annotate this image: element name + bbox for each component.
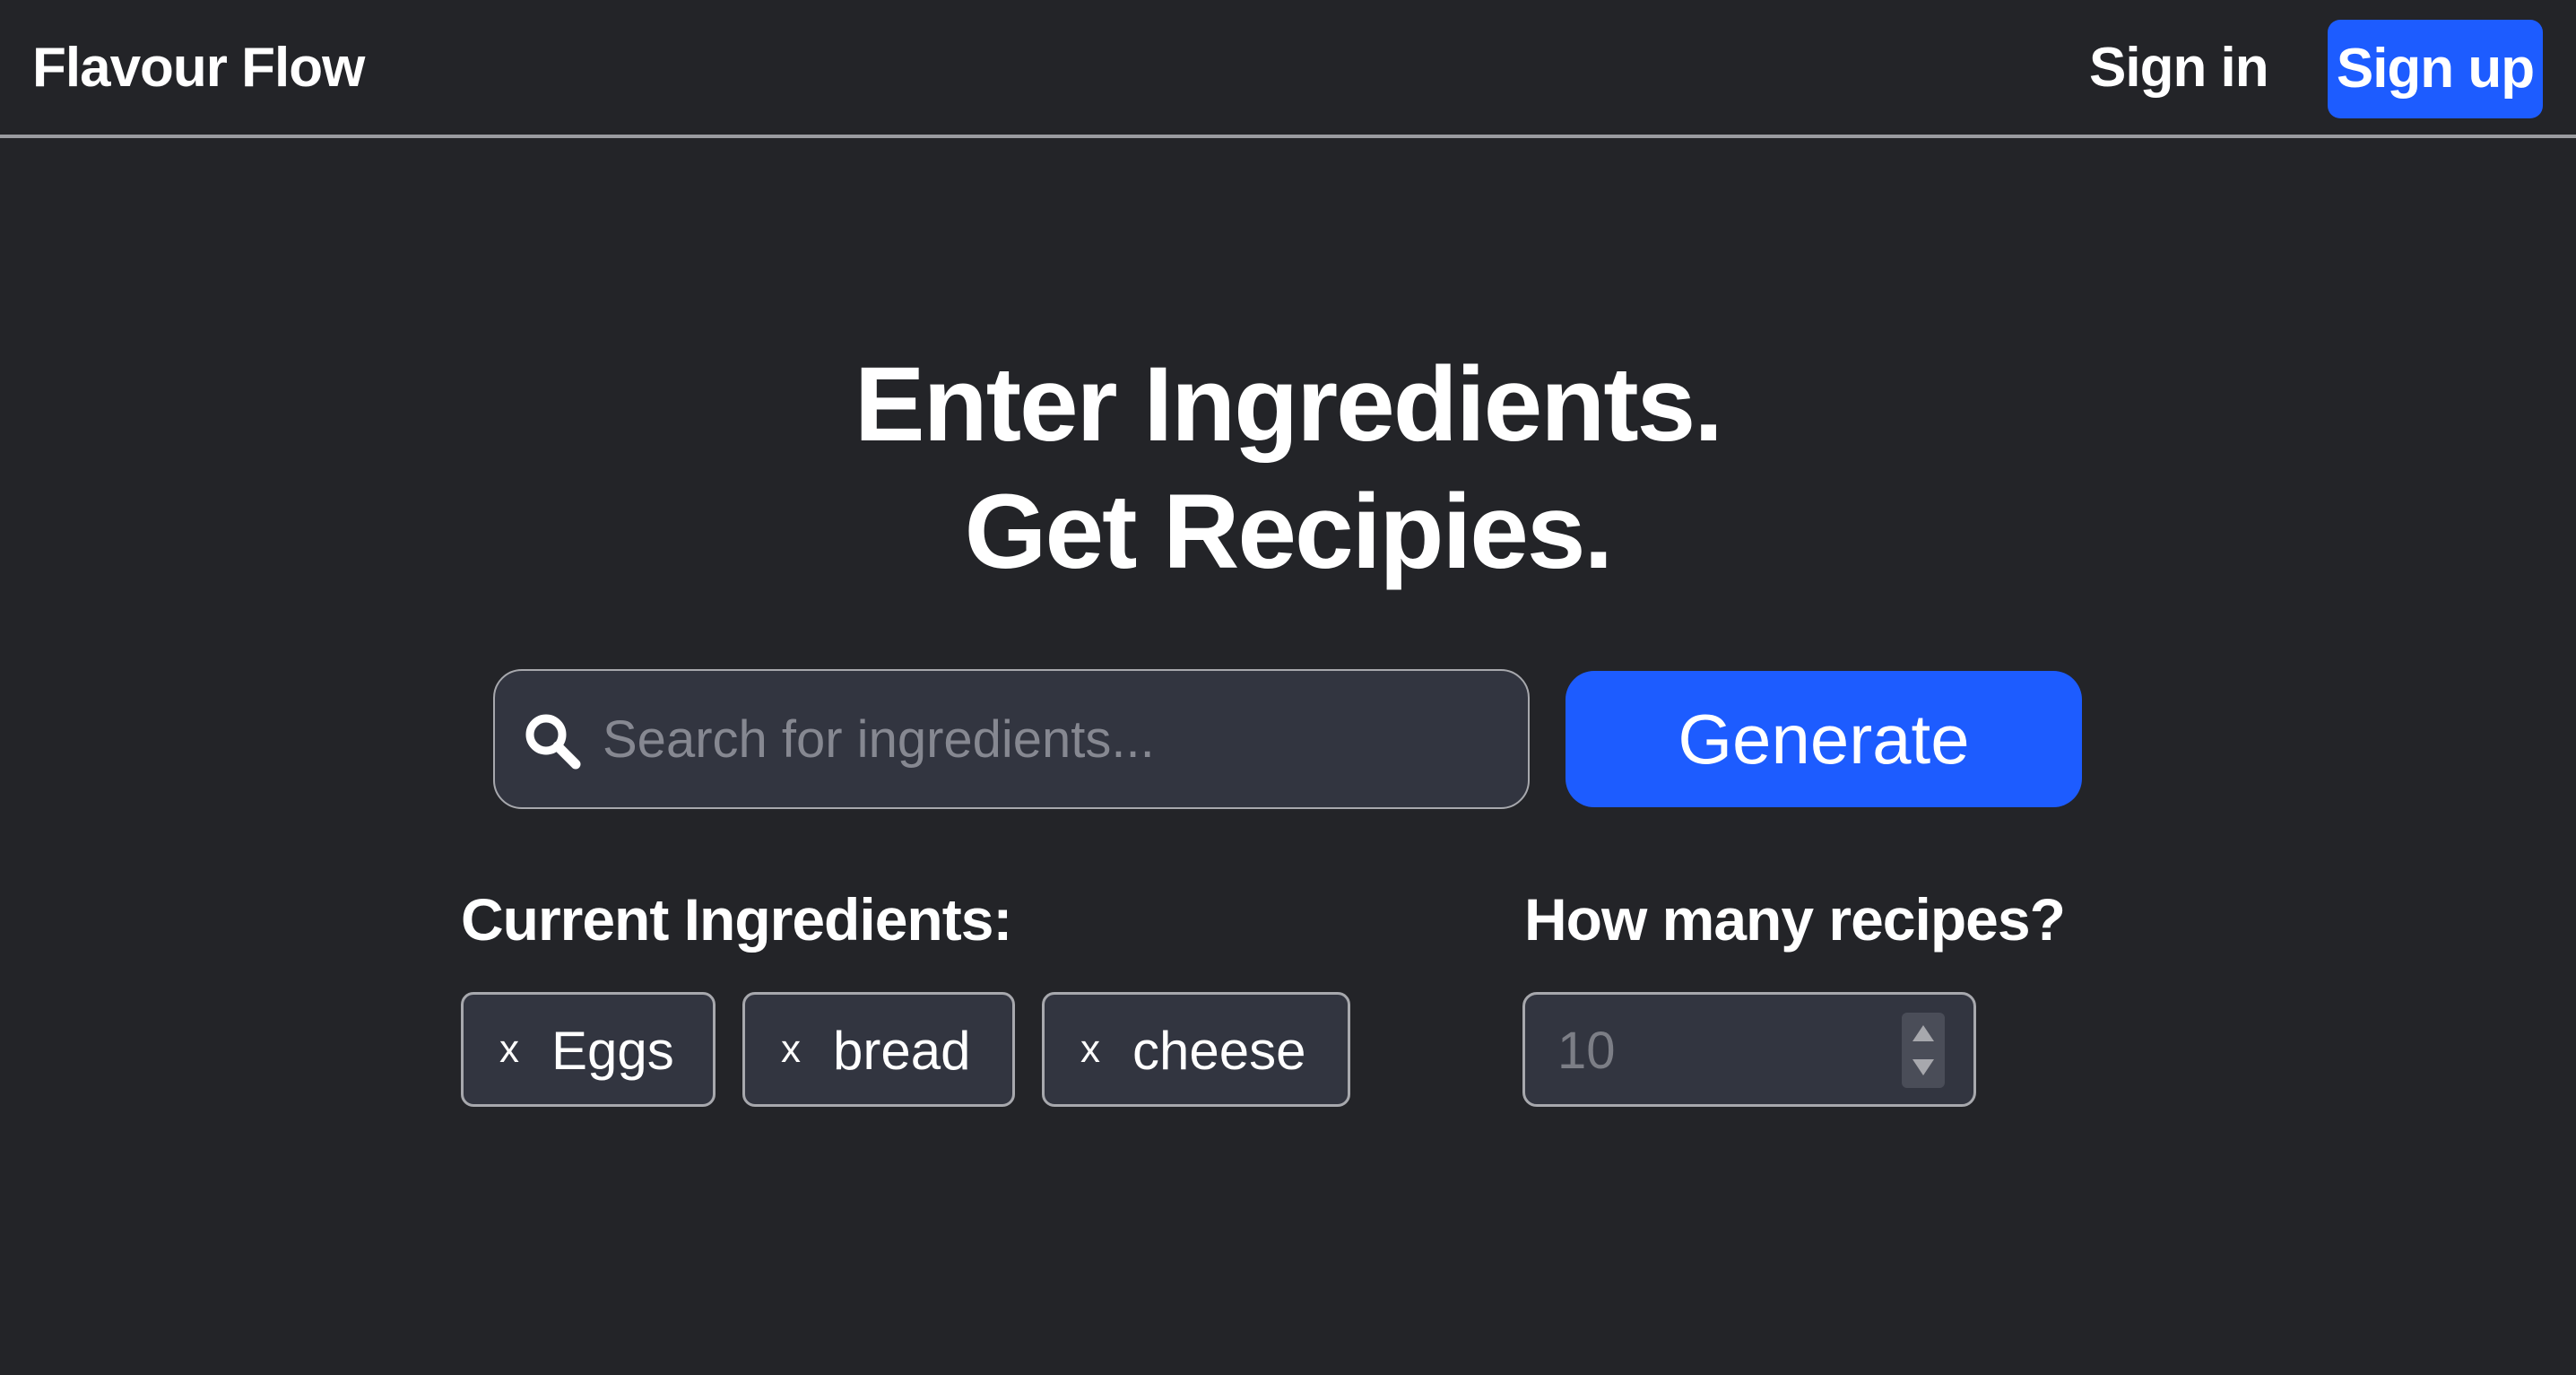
recipe-count-value: 10 — [1557, 1022, 1616, 1080]
search-box — [493, 669, 1530, 809]
remove-ingredient-icon[interactable]: x — [781, 1027, 801, 1072]
hero-line-2: Get Recipies. — [964, 473, 1614, 591]
sign-up-button[interactable]: Sign up — [2328, 20, 2543, 118]
search-input[interactable] — [603, 671, 1508, 807]
recipe-count-label: How many recipes? — [1524, 886, 2066, 953]
ingredient-label: Eggs — [551, 1021, 674, 1081]
search-icon — [525, 714, 581, 770]
increment-arrow-icon[interactable] — [1912, 1025, 1934, 1041]
recipe-count-input[interactable]: 10 — [1522, 992, 1976, 1107]
ingredient-chip[interactable]: x bread — [742, 992, 1015, 1107]
current-ingredients-label: Current Ingredients: — [461, 886, 1012, 953]
remove-ingredient-icon[interactable]: x — [499, 1027, 519, 1072]
decrement-arrow-icon[interactable] — [1912, 1059, 1934, 1075]
top-nav: Flavour Flow Sign in Sign up — [0, 0, 2576, 138]
generate-button[interactable]: Generate — [1566, 671, 2082, 807]
number-stepper[interactable] — [1902, 1013, 1945, 1088]
hero-line-1: Enter Ingredients. — [854, 345, 1723, 464]
remove-ingredient-icon[interactable]: x — [1080, 1027, 1100, 1072]
page-title: Enter Ingredients. Get Recipies. — [0, 341, 2576, 596]
ingredient-label: bread — [833, 1021, 971, 1081]
ingredient-chip[interactable]: x cheese — [1042, 992, 1350, 1107]
ingredient-label: cheese — [1132, 1021, 1306, 1081]
brand-logo[interactable]: Flavour Flow — [32, 30, 365, 106]
sign-in-link[interactable]: Sign in — [2089, 30, 2269, 106]
ingredient-chip[interactable]: x Eggs — [461, 992, 716, 1107]
